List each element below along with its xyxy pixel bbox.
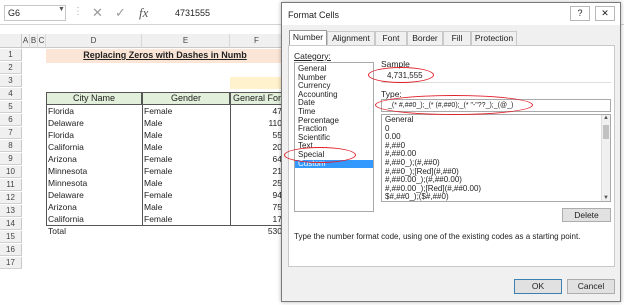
hint-text: Type the number format code, using one o… bbox=[294, 232, 581, 241]
row-header[interactable]: 8 bbox=[0, 140, 22, 152]
type-item[interactable]: 0 bbox=[382, 124, 610, 134]
annotation-ellipse-type bbox=[375, 95, 533, 115]
row-header[interactable]: 5 bbox=[0, 101, 22, 113]
delete-button[interactable]: Delete bbox=[562, 208, 611, 222]
table-cell[interactable]: Female bbox=[142, 190, 230, 202]
table-cell[interactable]: California bbox=[46, 142, 142, 154]
table-cell[interactable]: 75 bbox=[230, 202, 284, 214]
table-cell[interactable]: 47 bbox=[230, 106, 284, 118]
table-cell[interactable]: 94 bbox=[230, 190, 284, 202]
close-button[interactable]: ✕ bbox=[595, 6, 615, 21]
header-city-name: City Name bbox=[46, 92, 142, 105]
enter-icon[interactable]: ✓ bbox=[115, 5, 126, 21]
table-cell[interactable]: 20 bbox=[230, 142, 284, 154]
highlight-cell bbox=[230, 77, 284, 89]
table-cell[interactable]: Delaware bbox=[46, 190, 142, 202]
table-cell[interactable]: Male bbox=[142, 130, 230, 142]
row-header[interactable]: 15 bbox=[0, 231, 22, 243]
sheet-title: Replacing Zeros with Dashes in Numb bbox=[46, 49, 284, 63]
format-cells-dialog: Format Cells ? ✕ Number Alignment Font B… bbox=[281, 2, 621, 302]
column-header-e[interactable]: E bbox=[142, 34, 230, 48]
table-cell[interactable]: 64 bbox=[230, 154, 284, 166]
column-header-d[interactable]: D bbox=[46, 34, 142, 48]
table-cell[interactable]: 55 bbox=[230, 130, 284, 142]
scroll-thumb[interactable] bbox=[603, 125, 609, 139]
row-header[interactable]: 11 bbox=[0, 179, 22, 191]
row-header[interactable]: 1 bbox=[0, 49, 22, 61]
help-button[interactable]: ? bbox=[570, 6, 590, 21]
table-bottom-border bbox=[46, 225, 284, 226]
row-header[interactable]: 9 bbox=[0, 153, 22, 165]
scroll-up-icon[interactable]: ▲ bbox=[603, 115, 609, 121]
column-header-a[interactable]: A bbox=[22, 34, 30, 48]
tab-border[interactable]: Border bbox=[407, 31, 443, 45]
annotation-ellipse-sample bbox=[368, 67, 434, 83]
type-item[interactable]: General bbox=[382, 115, 610, 125]
name-box[interactable]: G6 bbox=[4, 5, 66, 21]
table-col-border bbox=[142, 105, 143, 225]
tab-font[interactable]: Font bbox=[375, 31, 407, 45]
table-cell[interactable]: Florida bbox=[46, 106, 142, 118]
type-list[interactable]: General 0 0.00 #,##0 #,##0.00 #,##0_);(#,##0)… bbox=[381, 114, 611, 202]
type-item[interactable]: #,##0 bbox=[382, 141, 610, 151]
row-header[interactable]: 13 bbox=[0, 205, 22, 217]
table-cell[interactable]: Minnesota bbox=[46, 178, 142, 190]
cancel-button[interactable]: Cancel bbox=[567, 279, 615, 294]
row-header[interactable]: 7 bbox=[0, 127, 22, 139]
table-col-border bbox=[230, 105, 231, 225]
row-header[interactable]: 6 bbox=[0, 114, 22, 126]
table-cell[interactable]: 110 bbox=[230, 118, 284, 130]
row-header[interactable]: 12 bbox=[0, 192, 22, 204]
table-cell[interactable]: 21 bbox=[230, 166, 284, 178]
function-icon[interactable]: fx bbox=[139, 5, 148, 21]
table-cell[interactable]: Male bbox=[142, 142, 230, 154]
ok-button[interactable]: OK bbox=[514, 279, 562, 294]
table-cell[interactable]: Minnesota bbox=[46, 166, 142, 178]
type-list-scrollbar[interactable]: ▲ ▼ bbox=[601, 115, 610, 201]
tab-fill[interactable]: Fill bbox=[443, 31, 471, 45]
dots-handle-icon[interactable]: ⋮ bbox=[73, 6, 83, 17]
table-cell[interactable]: Florida bbox=[46, 130, 142, 142]
table-cell[interactable]: 25 bbox=[230, 178, 284, 190]
table-cell[interactable]: Delaware bbox=[46, 118, 142, 130]
column-header-c[interactable]: C bbox=[38, 34, 46, 48]
formula-input[interactable]: 4731555 bbox=[175, 8, 210, 18]
header-gender: Gender bbox=[142, 92, 230, 105]
table-cell[interactable]: Male bbox=[142, 202, 230, 214]
total-label[interactable]: Total bbox=[46, 226, 142, 238]
row-header[interactable]: 16 bbox=[0, 244, 22, 256]
column-header-f[interactable]: F bbox=[230, 34, 284, 48]
category-label: Category: bbox=[294, 51, 331, 61]
table-left-border bbox=[46, 105, 47, 225]
table-cell[interactable]: Female bbox=[142, 154, 230, 166]
row-header[interactable]: 3 bbox=[0, 75, 22, 87]
header-general-for: General For bbox=[230, 92, 284, 105]
row-header[interactable]: 2 bbox=[0, 62, 22, 74]
type-item[interactable]: 0.00 bbox=[382, 133, 610, 142]
table-cell[interactable]: Female bbox=[142, 106, 230, 118]
row-header[interactable]: 17 bbox=[0, 257, 22, 269]
tab-protection[interactable]: Protection bbox=[471, 31, 517, 45]
cancel-icon[interactable]: ✕ bbox=[92, 5, 103, 21]
chevron-down-icon[interactable]: ▼ bbox=[58, 6, 66, 18]
table-cell[interactable]: Arizona bbox=[46, 202, 142, 214]
row-header[interactable]: 10 bbox=[0, 166, 22, 178]
row-header[interactable]: 4 bbox=[0, 88, 22, 100]
column-header-b[interactable]: B bbox=[30, 34, 38, 48]
scroll-down-icon[interactable]: ▼ bbox=[603, 195, 609, 201]
annotation-ellipse-custom bbox=[284, 147, 356, 163]
select-all-corner[interactable] bbox=[0, 34, 22, 48]
total-value[interactable]: 530 bbox=[230, 226, 284, 238]
table-cell[interactable]: Female bbox=[142, 166, 230, 178]
category-list[interactable]: General Number Currency Accounting Date Time P… bbox=[294, 62, 374, 212]
row-header[interactable]: 14 bbox=[0, 218, 22, 230]
table-cell[interactable]: Male bbox=[142, 118, 230, 130]
tab-number[interactable]: Number bbox=[289, 30, 327, 45]
table-cell[interactable]: Arizona bbox=[46, 154, 142, 166]
tab-alignment[interactable]: Alignment bbox=[327, 31, 375, 45]
table-cell[interactable]: Male bbox=[142, 178, 230, 190]
